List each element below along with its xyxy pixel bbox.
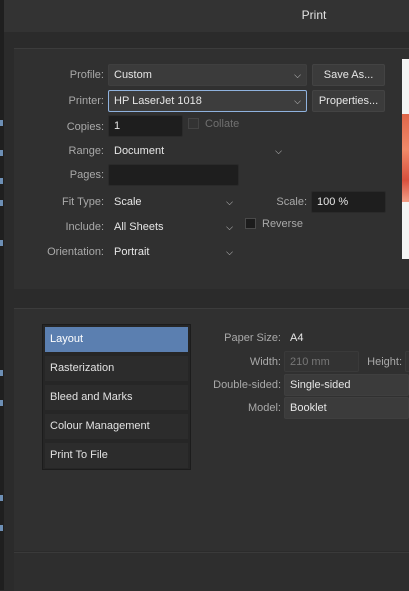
pages-field[interactable] (108, 164, 239, 186)
category-item-bleed-and-marks[interactable]: Bleed and Marks (45, 385, 188, 410)
model-label: Model: (247, 402, 281, 414)
save-as-button[interactable]: Save As... (312, 64, 385, 86)
range-label: Range: (68, 145, 104, 157)
reverse-label: Reverse (262, 218, 303, 230)
model-value: Booklet (290, 402, 327, 414)
width-field[interactable]: 210 mm (284, 351, 359, 372)
preview-image (402, 114, 409, 202)
orientation-dropdown[interactable]: Portrait ⌵ (108, 241, 239, 263)
chevron-down-icon: ⌵ (226, 222, 233, 232)
profile-dropdown[interactable]: Custom ⌵ (108, 64, 307, 86)
category-item-print-to-file[interactable]: Print To File (45, 443, 188, 468)
paper-size-value: A4 (290, 332, 304, 344)
height-field[interactable] (405, 351, 409, 372)
collate-label: Collate (205, 118, 240, 130)
profile-label: Profile: (69, 69, 104, 81)
range-dropdown[interactable]: Document ⌵ (108, 140, 288, 162)
profile-value: Custom (114, 69, 152, 81)
printer-value: HP LaserJet 1018 (114, 95, 202, 107)
orientation-value: Portrait (114, 246, 150, 258)
double-sided-label: Double-sided: (213, 379, 281, 391)
include-dropdown[interactable]: All Sheets ⌵ (108, 216, 239, 238)
include-label: Include: (65, 221, 104, 233)
background-window-edge (0, 0, 4, 590)
range-value: Document (114, 145, 165, 157)
scale-field[interactable]: 100 % (311, 191, 386, 213)
printer-label: Printer: (68, 95, 104, 107)
chevron-down-icon: ⌵ (294, 70, 301, 80)
double-sided-dropdown[interactable]: Single-sided (284, 374, 409, 396)
category-list: Layout Rasterization Bleed and Marks Col… (42, 324, 191, 470)
copies-field[interactable]: 1 (108, 115, 183, 137)
collate-checkbox[interactable] (188, 118, 199, 129)
copies-label: Copies: (66, 121, 104, 133)
dialog-footer (14, 552, 409, 591)
properties-button[interactable]: Properties... (312, 90, 385, 112)
width-label: Width: (249, 356, 281, 368)
category-item-colour-management[interactable]: Colour Management (45, 414, 188, 439)
fit-type-value: Scale (114, 196, 142, 208)
scale-label: Scale: (276, 196, 307, 208)
reverse-checkbox[interactable] (245, 218, 256, 229)
chevron-down-icon: ⌵ (275, 146, 282, 156)
fit-type-dropdown[interactable]: Scale ⌵ (108, 191, 239, 213)
height-label: Height: (367, 356, 402, 368)
include-value: All Sheets (114, 221, 164, 233)
chevron-down-icon: ⌵ (294, 96, 301, 106)
printer-dropdown[interactable]: HP LaserJet 1018 ⌵ (108, 90, 307, 112)
paper-size-dropdown[interactable]: A4 (284, 327, 409, 349)
double-sided-value: Single-sided (290, 379, 351, 391)
paper-size-label: Paper Size: (224, 332, 281, 344)
category-item-rasterization[interactable]: Rasterization (45, 356, 188, 381)
category-item-layout[interactable]: Layout (45, 327, 188, 352)
pages-label: Pages: (69, 169, 104, 181)
fit-type-label: Fit Type: (62, 196, 104, 208)
window-title: Print (301, 8, 327, 22)
model-dropdown[interactable]: Booklet (284, 397, 409, 419)
chevron-down-icon: ⌵ (226, 197, 233, 207)
chevron-down-icon: ⌵ (226, 247, 233, 257)
orientation-label: Orientation: (47, 246, 104, 258)
